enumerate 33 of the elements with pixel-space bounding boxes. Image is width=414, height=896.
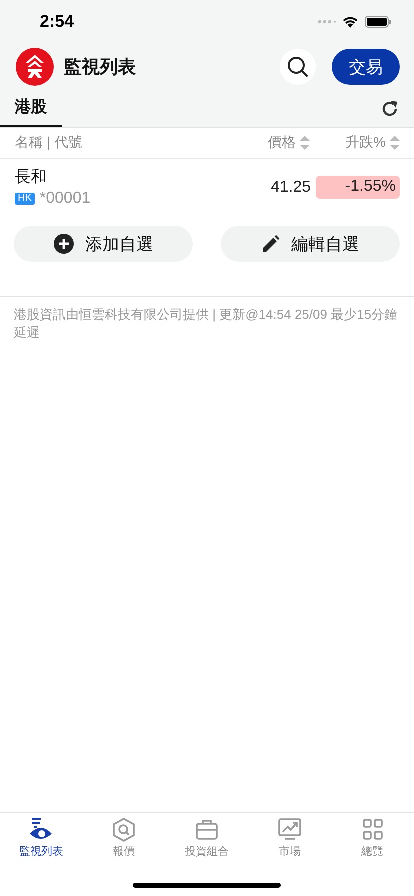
nav-tab[interactable]: 總覽 [331,813,414,863]
battery-icon [365,16,392,28]
trade-button[interactable]: 交易 [332,49,400,85]
column-header: 名稱 | 代號 [15,134,82,150]
nav-tab[interactable]: 投資組合 [166,813,248,863]
logo-icon [16,48,54,86]
signal-icon [318,20,336,24]
column-header: 升跌% [346,134,386,152]
search-button[interactable] [280,49,316,85]
chart-monitor-icon [278,818,302,842]
stock-name: 長和 [15,168,48,188]
plus-icon [54,234,74,254]
pencil-icon [262,235,280,253]
refresh-icon[interactable] [380,98,400,118]
change-percent: -1.55% [316,176,400,199]
market-badge: HK [15,193,35,205]
nav-tab[interactable]: 市場 [248,813,332,863]
wifi-icon [342,16,359,28]
nav-tab[interactable]: 監視列表 [0,813,83,863]
stock-price: 41.25 [270,178,311,196]
hexagon-search-icon [112,818,136,842]
search-icon [287,56,309,78]
grid-icon [360,818,385,842]
column-header: 價格 [268,134,296,152]
status-time: 2:54 [40,12,74,32]
add-watchlist-button[interactable]: 添加自選 [14,226,193,262]
page-title: 監視列表 [64,56,137,79]
edit-watchlist-button[interactable]: 編輯自選 [221,226,400,262]
eye-list-icon [29,818,54,842]
briefcase-icon [194,818,219,842]
data-source-note: 港股資訊由恒雲科技有限公司提供 | 更新@14:54 25/09 最少15分鐘延遲 [0,296,414,351]
nav-tab[interactable]: 報價 [82,813,166,863]
stock-code: *00001 [40,190,91,208]
